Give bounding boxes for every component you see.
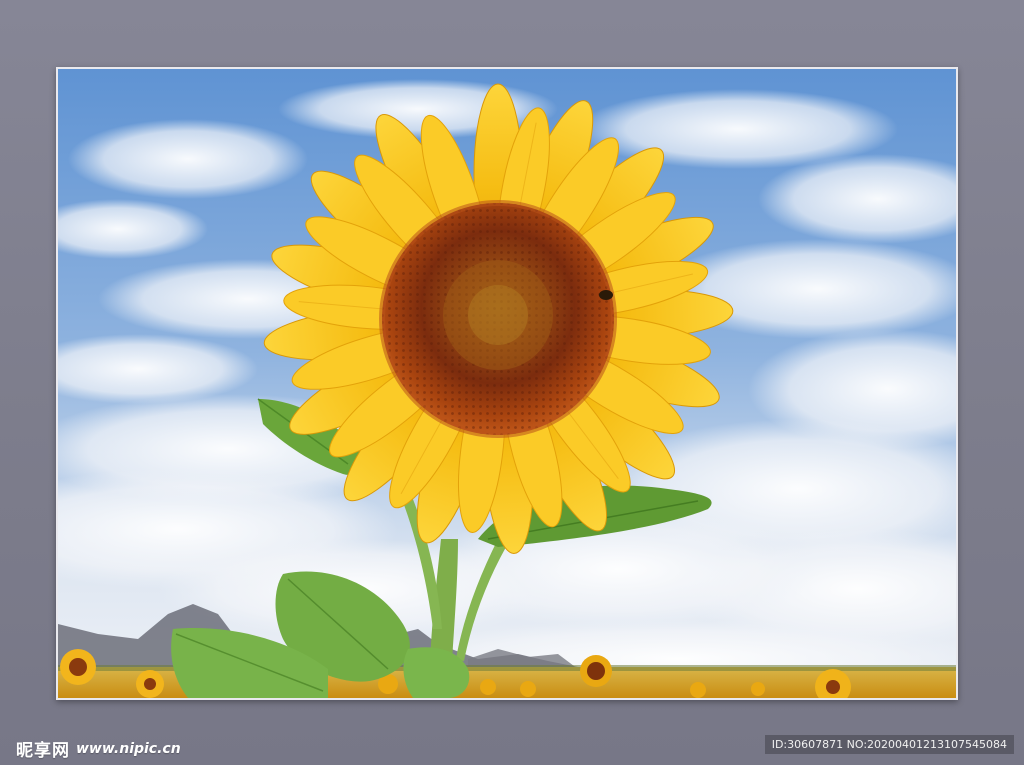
bee <box>599 290 613 300</box>
watermark: 昵享网 www.nipic.cn <box>16 736 181 762</box>
sunflower-photo <box>56 67 958 700</box>
image-id-label: ID:30607871 NO:20200401213107545084 <box>764 735 1014 754</box>
watermark-url: www.nipic.cn <box>76 740 181 757</box>
nipic-logo: 昵享网 <box>16 741 70 761</box>
sunflower-image <box>58 69 956 698</box>
gray-background: 昵享网 www.nipic.cn ID:30607871 NO:20200401… <box>0 0 1024 765</box>
